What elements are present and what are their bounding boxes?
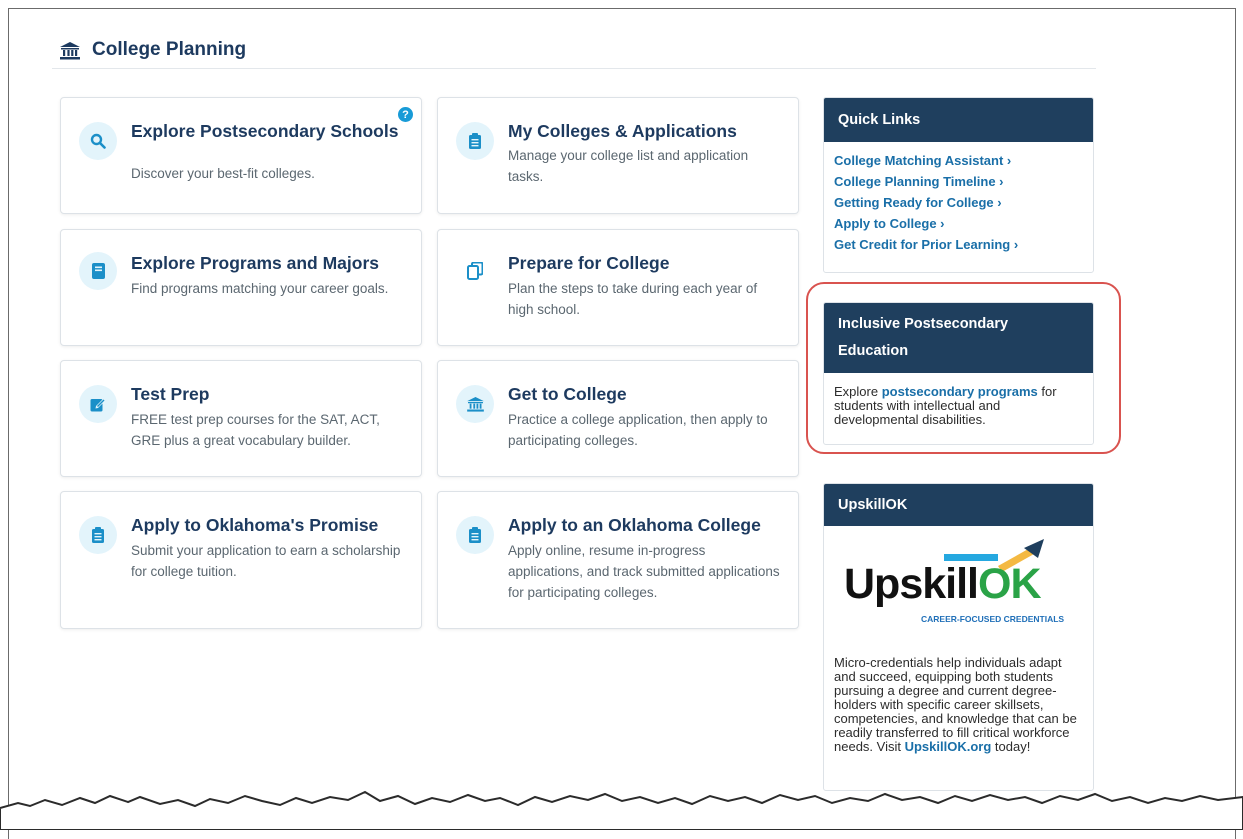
card-test-prep[interactable]: Test Prep FREE test prep courses for the… (60, 360, 422, 477)
section-header: College Planning (52, 36, 1096, 69)
quick-links-title: Quick Links (824, 98, 1093, 142)
book-icon (79, 252, 117, 290)
card-description: Discover your best-fit colleges. (131, 166, 315, 181)
card-description: Find programs matching your career goals… (131, 281, 389, 296)
card-description: Practice a college application, then app… (508, 412, 768, 448)
upskill-logo-word: UpskillOK (844, 560, 1041, 608)
edit-icon (79, 385, 117, 423)
upskill-panel: UpskillOK UpskillOK CAREER-FOCUSED CREDE… (823, 483, 1094, 791)
upskill-text-after: today! (991, 739, 1031, 754)
card-my-colleges[interactable]: My Colleges & Applications Manage your c… (437, 97, 799, 214)
quick-link-college-matching[interactable]: College Matching Assistant › (834, 150, 1083, 171)
card-explore-postsecondary[interactable]: Explore Postsecondary Schools Discover y… (60, 97, 422, 214)
card-title: My Colleges & Applications (508, 121, 737, 141)
upskill-text: Micro-credentials help individuals adapt… (824, 646, 1093, 760)
card-title: Apply to Oklahoma's Promise (131, 515, 379, 535)
quick-link-getting-ready[interactable]: Getting Ready for College › (834, 192, 1083, 213)
card-explore-programs[interactable]: Explore Programs and Majors Find program… (60, 229, 422, 346)
card-description: Plan the steps to take during each year … (508, 281, 758, 317)
page-title: College Planning (92, 39, 247, 60)
copy-icon (456, 252, 494, 290)
card-title: Get to College (508, 384, 627, 404)
bank-icon (60, 42, 80, 60)
card-oklahomas-promise[interactable]: Apply to Oklahoma's Promise Submit your … (60, 491, 422, 629)
clipboard-icon (456, 516, 494, 554)
card-apply-oklahoma-college[interactable]: Apply to an Oklahoma College Apply onlin… (437, 491, 799, 629)
card-title: Prepare for College (508, 253, 670, 273)
upskillok-link[interactable]: UpskillOK.org (905, 739, 992, 754)
card-description: Manage your college list and application… (508, 148, 749, 184)
quick-link-apply[interactable]: Apply to College › (834, 213, 1083, 234)
card-prepare-college[interactable]: Prepare for College Plan the steps to ta… (437, 229, 799, 346)
inclusive-education-title: Inclusive Postsecondary Education (824, 303, 1093, 373)
clipboard-icon (79, 516, 117, 554)
help-icon[interactable]: ? (398, 107, 413, 122)
upskill-logo: UpskillOK CAREER-FOCUSED CREDENTIALS (824, 530, 1093, 640)
card-description: Submit your application to earn a schola… (131, 543, 401, 579)
bank-icon (456, 385, 494, 423)
card-description: FREE test prep courses for the SAT, ACT,… (131, 412, 380, 448)
inclusive-education-panel: Inclusive Postsecondary Education Explor… (823, 302, 1094, 445)
card-title: Test Prep (131, 384, 210, 404)
quick-link-prior-learning[interactable]: Get Credit for Prior Learning › (834, 234, 1083, 255)
torn-edge (0, 790, 1243, 830)
search-icon (79, 122, 117, 160)
postsecondary-programs-link[interactable]: postsecondary programs (882, 384, 1038, 399)
quick-link-planning-timeline[interactable]: College Planning Timeline › (834, 171, 1083, 192)
upskill-title: UpskillOK (824, 484, 1093, 526)
quick-links-list: College Matching Assistant › College Pla… (824, 142, 1093, 261)
card-title: Explore Programs and Majors (131, 253, 379, 273)
inclusive-education-text: Explore postsecondary programs for stude… (824, 373, 1093, 437)
quick-links-panel: Quick Links College Matching Assistant ›… (823, 97, 1094, 273)
card-get-to-college[interactable]: Get to College Practice a college applic… (437, 360, 799, 477)
clipboard-icon (456, 122, 494, 160)
upskill-logo-tagline: CAREER-FOCUSED CREDENTIALS (921, 614, 1065, 624)
card-title: Explore Postsecondary Schools (131, 121, 399, 141)
card-description: Apply online, resume in-progress applica… (508, 543, 780, 600)
card-title: Apply to an Oklahoma College (508, 515, 761, 535)
inclusive-text-before: Explore (834, 384, 882, 399)
